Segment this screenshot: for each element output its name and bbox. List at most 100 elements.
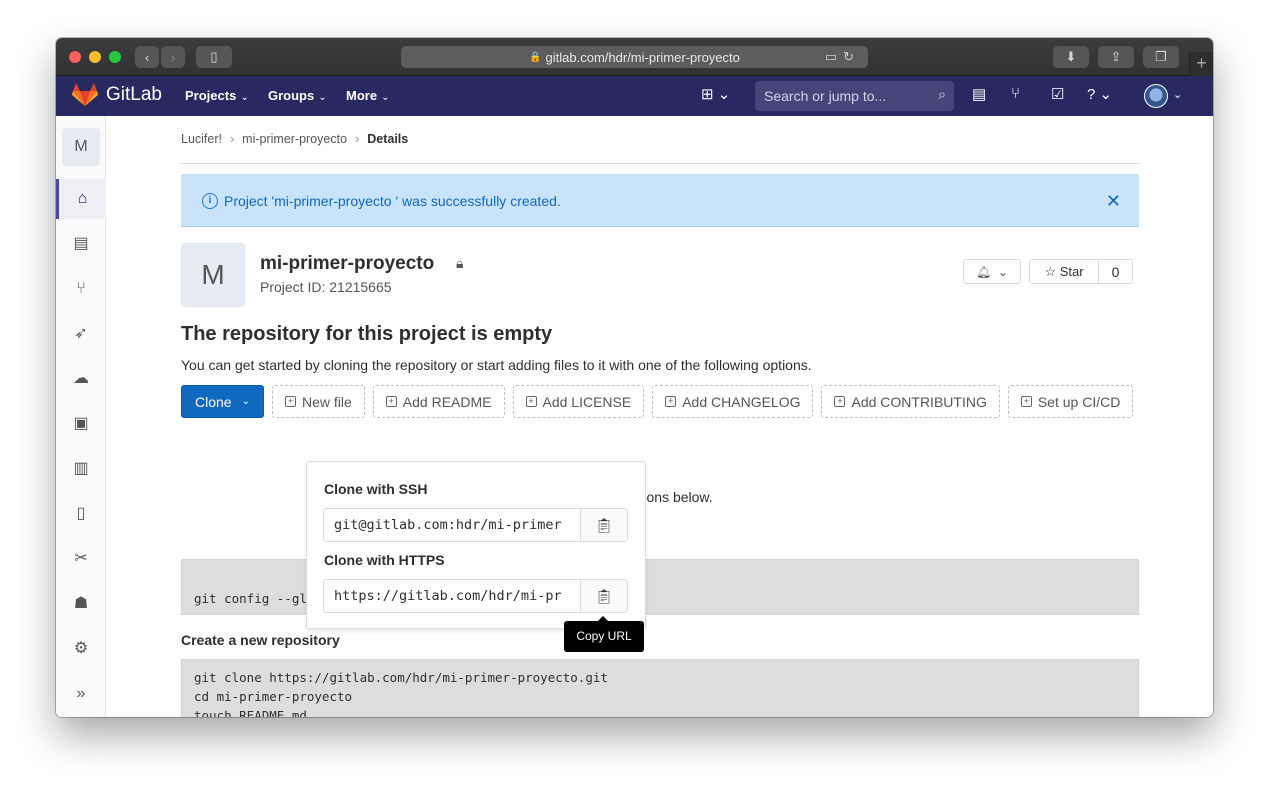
- chevron-down-icon[interactable]: ⌄: [1173, 88, 1182, 101]
- sidebar-collapse-button[interactable]: »: [56, 674, 106, 714]
- users-icon: ☗: [73, 595, 89, 612]
- clipboard-icon: 📋︎: [595, 588, 613, 604]
- help-icon[interactable]: ? ⌄: [1087, 85, 1112, 103]
- home-icon: ⌂: [77, 190, 88, 207]
- copy-https-button[interactable]: 📋︎: [580, 580, 627, 612]
- cloud-gear-icon: ☁: [73, 370, 89, 387]
- plus-square-icon: +: [665, 396, 677, 407]
- plus-square-icon: +: [834, 396, 846, 407]
- clone-label: Clone: [195, 393, 232, 410]
- new-repo-heading: Create a new repository: [181, 632, 340, 648]
- sidebar-item-wiki[interactable]: ▯: [56, 494, 106, 534]
- url-text: gitlab.com/hdr/mi-primer-proyecto: [545, 49, 740, 65]
- new-item-plus-icon[interactable]: ⊞ ⌄: [701, 85, 730, 103]
- browser-window: ‹ › ▯ 🔒 gitlab.com/hdr/mi-primer-proyect…: [56, 38, 1213, 717]
- plus-square-icon: +: [385, 396, 397, 407]
- chevron-down-icon: ⌄: [381, 92, 390, 103]
- lock-icon: 🔒︎: [456, 255, 464, 271]
- add-contributing-label: Add CONTRIBUTING: [851, 393, 987, 410]
- add-changelog-button[interactable]: + Add CHANGELOG: [652, 385, 814, 418]
- setup-ci-cd-label: Set up CI/CD: [1037, 393, 1121, 410]
- merge-requests-icon[interactable]: ⑂: [1011, 85, 1020, 102]
- setup-ci-cd-button[interactable]: + Set up CI/CD: [1007, 385, 1134, 418]
- chevron-down-icon: ⌄: [241, 396, 250, 407]
- plus-square-icon: +: [1020, 396, 1032, 407]
- copy-ssh-button[interactable]: 📋︎: [580, 509, 627, 541]
- zoom-window-button[interactable]: [109, 51, 121, 63]
- breadcrumb-item-current[interactable]: Details: [367, 132, 408, 163]
- https-url-field[interactable]: https://gitlab.com/hdr/mi-pr 📋︎: [323, 579, 628, 613]
- tabs-overview-icon[interactable]: ❐: [1143, 46, 1179, 68]
- project-title: mi-primer-proyecto: [260, 253, 435, 274]
- breadcrumb-item-namespace[interactable]: Lucifer!: [181, 132, 222, 163]
- add-contributing-button[interactable]: + Add CONTRIBUTING: [821, 385, 1000, 418]
- project-id: Project ID: 21215665: [260, 279, 392, 295]
- new-tab-button[interactable]: +: [1189, 52, 1213, 76]
- todos-icon[interactable]: ☑: [1051, 85, 1064, 103]
- info-icon: i: [202, 193, 218, 209]
- lock-icon: 🔒: [529, 51, 542, 63]
- sidebar-item-project-overview[interactable]: ⌂: [56, 179, 106, 219]
- sidebar-item-operations[interactable]: ☁: [56, 359, 106, 399]
- ssh-url-value[interactable]: git@gitlab.com:hdr/mi-primer: [324, 509, 580, 541]
- double-chevron-right-icon: »: [76, 685, 86, 702]
- back-icon[interactable]: ‹: [135, 46, 159, 68]
- new-file-button[interactable]: + New file: [272, 385, 365, 418]
- add-changelog-label: Add CHANGELOG: [682, 393, 801, 410]
- sidebar-item-analytics[interactable]: ▥: [56, 449, 106, 489]
- https-label: Clone with HTTPS: [324, 552, 445, 568]
- nav-more[interactable]: More ⌄: [346, 88, 389, 103]
- downloads-icon[interactable]: ⬇: [1053, 46, 1089, 68]
- sidebar-item-members[interactable]: ☗: [56, 584, 106, 624]
- sidebar-toggle-icon[interactable]: ▯: [196, 46, 232, 68]
- minimize-window-button[interactable]: [89, 51, 101, 63]
- clipboard-icon: 📋︎: [595, 517, 613, 533]
- ssh-label: Clone with SSH: [324, 481, 428, 497]
- gitlab-logo[interactable]: GitLab: [72, 83, 162, 107]
- project-avatar: M: [181, 243, 245, 307]
- sidebar-item-merge-requests[interactable]: ⑂: [56, 269, 106, 309]
- package-icon: ▣: [73, 415, 89, 432]
- search-input[interactable]: Search or jump to... ⌕: [755, 81, 954, 111]
- brand-name: GitLab: [106, 84, 162, 105]
- share-icon[interactable]: ⇪: [1098, 46, 1134, 68]
- sidebar-item-ci-cd[interactable]: ➶: [56, 314, 106, 354]
- https-url-value[interactable]: https://gitlab.com/hdr/mi-pr: [324, 580, 580, 612]
- reload-icon[interactable]: ▭↻: [825, 49, 860, 65]
- search-placeholder: Search or jump to...: [764, 88, 887, 104]
- new-file-label: New file: [302, 393, 352, 410]
- sidebar-item-packages[interactable]: ▣: [56, 404, 106, 444]
- chevron-down-icon: ⌄: [240, 92, 249, 103]
- main-content: Lucifer! › mi-primer-proyecto › Details …: [107, 116, 1213, 717]
- sidebar-item-snippets[interactable]: ✂: [56, 539, 106, 579]
- close-icon[interactable]: ✕: [1106, 191, 1121, 212]
- copy-url-tooltip: Copy URL: [564, 616, 644, 652]
- merge-request-icon: ⑂: [76, 280, 86, 297]
- bell-icon: 🔔︎: [976, 264, 992, 279]
- nav-groups[interactable]: Groups ⌄: [268, 88, 327, 103]
- address-bar[interactable]: 🔒 gitlab.com/hdr/mi-primer-proyecto ▭↻: [401, 46, 868, 68]
- new-repo-code: git clone https://gitlab.com/hdr/mi-prim…: [181, 659, 1139, 717]
- plus-square-icon: +: [525, 396, 537, 407]
- add-readme-button[interactable]: + Add README: [372, 385, 505, 418]
- forward-icon[interactable]: ›: [161, 46, 185, 68]
- star-button[interactable]: ☆ Star: [1030, 260, 1099, 283]
- sidebar-item-issues[interactable]: ▤: [56, 224, 106, 264]
- star-count[interactable]: 0: [1099, 260, 1132, 283]
- star-button-group: ☆ Star 0: [1029, 259, 1133, 284]
- clone-button[interactable]: Clone ⌄: [181, 385, 264, 418]
- close-window-button[interactable]: [69, 51, 81, 63]
- nav-projects[interactable]: Projects ⌄: [185, 88, 249, 103]
- gear-icon: ⚙: [73, 640, 89, 657]
- issues-icon[interactable]: ▤: [972, 85, 986, 103]
- sidebar-item-settings[interactable]: ⚙: [56, 629, 106, 669]
- add-license-button[interactable]: + Add LICENSE: [512, 385, 645, 418]
- notification-dropdown-button[interactable]: 🔔︎ ⌄: [963, 259, 1021, 284]
- user-avatar[interactable]: [1144, 84, 1168, 108]
- alert-message: Project 'mi-primer-proyecto ' was succes…: [224, 193, 561, 209]
- gitlab-navbar: GitLab Projects ⌄ Groups ⌄ More ⌄ ⊞ ⌄ Searc…: [56, 76, 1213, 116]
- breadcrumb-item-project[interactable]: mi-primer-proyecto: [242, 132, 347, 163]
- ssh-url-field[interactable]: git@gitlab.com:hdr/mi-primer 📋︎: [323, 508, 628, 542]
- breadcrumb: Lucifer! › mi-primer-proyecto › Details: [181, 132, 1139, 164]
- sidebar-project-avatar[interactable]: M: [62, 128, 100, 166]
